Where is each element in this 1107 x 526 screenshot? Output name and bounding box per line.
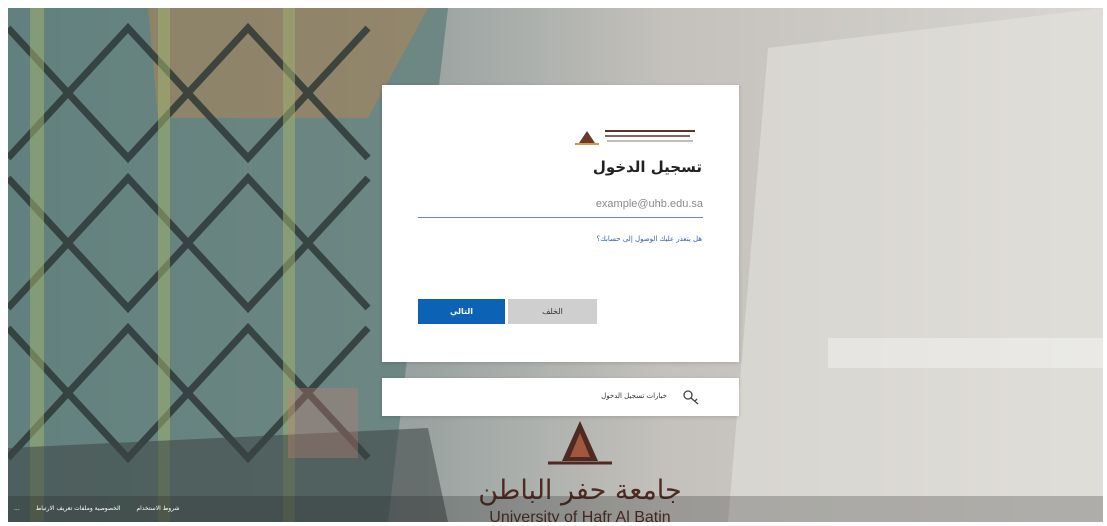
login-page: تسجيل الدخول هل يتعذر عليك الوصول إلى حس… <box>8 8 1103 522</box>
footer-privacy-link[interactable]: الخصوصية وملفات تعريف الارتباط <box>36 505 121 512</box>
brand-emblem-icon <box>548 421 612 465</box>
signin-options-button[interactable]: خيارات تسجيل الدخول <box>382 378 739 416</box>
signin-options-label: خيارات تسجيل الدخول <box>601 392 667 400</box>
email-input[interactable] <box>418 191 703 218</box>
university-logo <box>575 130 695 145</box>
next-button[interactable]: التالي <box>418 299 505 324</box>
footer-more-link[interactable]: ... <box>14 505 20 512</box>
cant-access-account-link[interactable]: هل يتعذر عليك الوصول إلى حسابك؟ <box>596 235 702 243</box>
login-card: تسجيل الدخول هل يتعذر عليك الوصول إلى حس… <box>382 85 739 362</box>
back-button[interactable]: الخلف <box>508 299 597 324</box>
page-title: تسجيل الدخول <box>592 158 702 176</box>
key-icon <box>683 390 699 405</box>
footer: ... الخصوصية وملفات تعريف الارتباط شروط … <box>8 496 1103 522</box>
footer-terms-link[interactable]: شروط الاستخدام <box>136 505 179 512</box>
